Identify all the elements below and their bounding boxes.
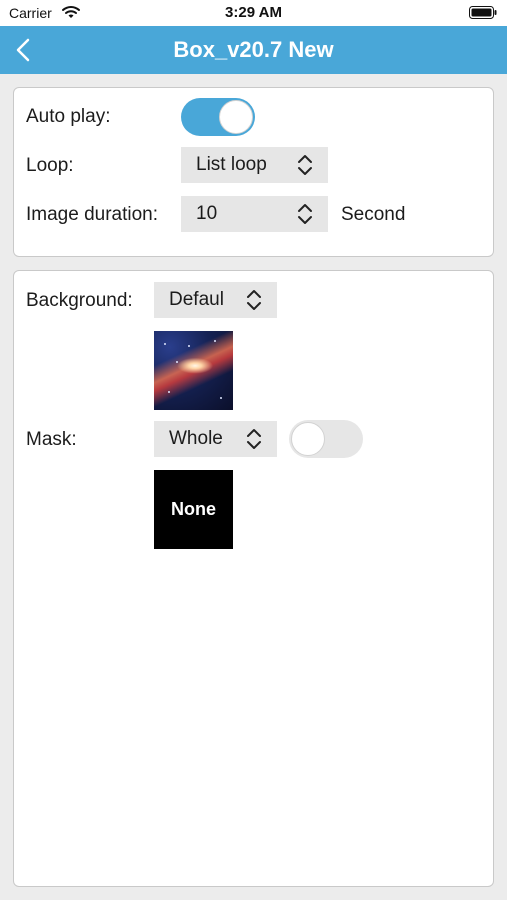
auto-play-toggle[interactable] (181, 98, 255, 136)
appearance-settings-card: Background: Defaul Mask: Whole None (13, 270, 494, 887)
star (188, 345, 190, 347)
status-bar: Carrier 3:29 AM (0, 0, 507, 26)
mask-select[interactable]: Whole (154, 421, 277, 457)
background-select[interactable]: Defaul (154, 282, 277, 318)
image-duration-select[interactable]: 10 (181, 196, 328, 232)
mask-preview-label: None (171, 499, 216, 519)
mask-label: Mask: (26, 429, 77, 450)
star (176, 361, 178, 363)
auto-play-label: Auto play: (26, 106, 111, 127)
loop-select[interactable]: List loop (181, 147, 328, 183)
star (214, 340, 216, 342)
chevron-up-down-icon (296, 202, 314, 226)
image-duration-label: Image duration: (26, 204, 159, 225)
background-preview-image[interactable] (154, 331, 233, 410)
loop-select-value: List loop (196, 154, 267, 175)
mask-select-value: Whole (169, 428, 223, 449)
star (164, 343, 166, 345)
star (168, 391, 170, 393)
mask-toggle[interactable] (289, 420, 363, 458)
playback-settings-card: Auto play: Loop: List loop Image duratio… (13, 87, 494, 257)
image-duration-unit: Second (341, 204, 406, 225)
chevron-up-down-icon (245, 427, 263, 451)
toggle-knob (219, 100, 253, 134)
mask-preview[interactable]: None (154, 470, 233, 549)
nav-bar: Box_v20.7 New (0, 26, 507, 74)
background-select-value: Defaul (169, 289, 224, 310)
page-title: Box_v20.7 New (173, 37, 334, 62)
loop-label: Loop: (26, 155, 74, 176)
status-time: 3:29 AM (225, 4, 282, 21)
battery-icon (469, 6, 497, 19)
star (220, 397, 222, 399)
image-duration-value: 10 (196, 203, 218, 224)
chevron-up-down-icon (296, 153, 314, 177)
chevron-up-down-icon (245, 288, 263, 312)
background-label: Background: (26, 290, 133, 311)
toggle-knob (291, 422, 325, 456)
